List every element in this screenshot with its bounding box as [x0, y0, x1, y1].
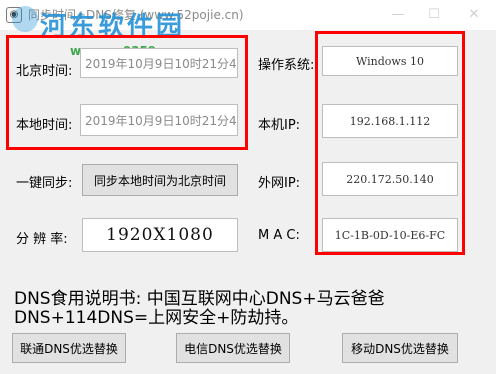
- telecom-dns-button[interactable]: 电信DNS优选替换: [176, 333, 290, 363]
- maximize-button[interactable]: ☐: [416, 0, 452, 30]
- beijing-time-label: 北京时间:: [16, 64, 73, 79]
- sync-label: 一键同步:: [16, 176, 73, 191]
- local-ip-label: 本机IP:: [258, 118, 301, 133]
- mac-label: M A C:: [258, 228, 300, 243]
- mobile-dns-button[interactable]: 移动DNS优选替换: [342, 333, 458, 363]
- public-ip-field: 220.172.50.140: [322, 162, 458, 196]
- resolution-label: 分 辨 率:: [16, 232, 68, 247]
- resolution-field: 1920X1080: [82, 218, 238, 252]
- unicom-dns-button[interactable]: 联通DNS优选替换: [12, 333, 126, 363]
- os-label: 操作系统:: [258, 58, 315, 73]
- local-time-field: 2019年10月9日10时21分42秒: [80, 104, 238, 136]
- public-ip-label: 外网IP:: [258, 176, 301, 191]
- local-ip-field: 192.168.1.112: [322, 104, 458, 138]
- close-button[interactable]: ✕: [456, 0, 492, 30]
- local-time-label: 本地时间:: [16, 118, 73, 133]
- dns-notice-line2: DNS+114DNS=上网安全+防劫持。: [14, 308, 299, 328]
- os-field: Windows 10: [322, 46, 458, 76]
- minimize-button[interactable]: —: [380, 0, 416, 30]
- sync-time-button[interactable]: 同步本地时间为北京时间: [82, 164, 238, 196]
- beijing-time-field: 2019年10月9日10时21分42秒: [80, 48, 238, 78]
- mac-field: 1C-1B-0D-10-E6-FC: [322, 218, 458, 252]
- watermark-logo-icon: [12, 6, 38, 32]
